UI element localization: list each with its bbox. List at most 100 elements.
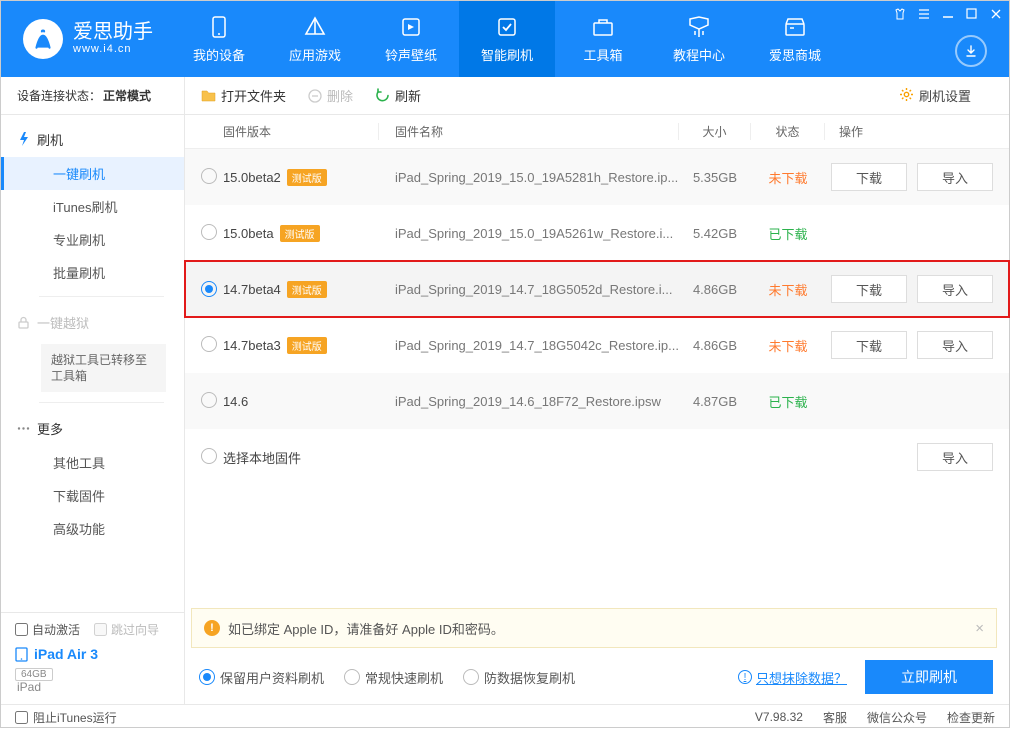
row-radio[interactable] [201, 224, 217, 240]
flash-settings-button[interactable]: 刷机设置 [899, 86, 971, 105]
nav-item-6[interactable]: 爱思商城 [747, 1, 843, 77]
more-icon [16, 421, 31, 436]
device-name[interactable]: iPad Air 3 [15, 646, 170, 662]
row-status: 未下载 [751, 336, 825, 355]
beta-badge: 测试版 [287, 337, 327, 354]
download-indicator-icon[interactable] [955, 35, 987, 67]
jailbreak-moved-box[interactable]: 越狱工具已转移至工具箱 [41, 344, 166, 392]
local-import-button[interactable]: 导入 [917, 443, 993, 471]
close-icon[interactable] [988, 6, 1003, 21]
row-import-button[interactable]: 导入 [917, 275, 993, 303]
flash-mode-option[interactable]: 保留用户资料刷机 [199, 668, 324, 687]
row-size: 4.86GB [679, 282, 751, 297]
info-icon: ! [738, 670, 752, 684]
flash-now-button[interactable]: 立即刷机 [865, 660, 993, 694]
local-radio[interactable] [201, 448, 217, 464]
row-import-button[interactable]: 导入 [917, 163, 993, 191]
auto-activate-checkbox[interactable]: 自动激活 [15, 621, 80, 638]
nav-item-4[interactable]: 工具箱 [555, 1, 651, 77]
row-version: 14.7beta3 [223, 338, 281, 353]
footer-wechat[interactable]: 微信公众号 [867, 709, 927, 726]
mode-radio[interactable] [344, 669, 360, 685]
delete-button[interactable]: 删除 [308, 86, 353, 105]
open-folder-button[interactable]: 打开文件夹 [201, 86, 286, 105]
sidebar-sub-iTunes刷机[interactable]: iTunes刷机 [1, 190, 184, 223]
flash-mode-option[interactable]: 防数据恢复刷机 [463, 668, 575, 687]
block-itunes-checkbox[interactable]: 阻止iTunes运行 [15, 709, 117, 726]
nav-icon [591, 15, 615, 39]
beta-badge: 测试版 [280, 225, 320, 242]
mode-radio[interactable] [199, 669, 215, 685]
row-version: 14.6 [223, 394, 248, 409]
nav-item-0[interactable]: 我的设备 [171, 1, 267, 77]
sidebar-sub-下载固件[interactable]: 下载固件 [1, 479, 184, 512]
row-download-button[interactable]: 下载 [831, 163, 907, 191]
action-bar: 保留用户资料刷机 常规快速刷机 防数据恢复刷机 ! 只想抹除数据？ 立即刷机 [185, 648, 1009, 694]
row-size: 5.35GB [679, 170, 751, 185]
sidebar: 设备连接状态： 正常模式 刷机 一键刷机iTunes刷机专业刷机批量刷机 一键越… [1, 77, 185, 704]
flash-icon [16, 132, 31, 147]
row-import-button[interactable]: 导入 [917, 331, 993, 359]
app-logo-icon [23, 19, 63, 59]
nav-icon [303, 15, 327, 39]
warning-close-icon[interactable]: × [975, 620, 984, 637]
row-download-button[interactable]: 下载 [831, 275, 907, 303]
main-nav: 我的设备应用游戏铃声壁纸智能刷机工具箱教程中心爱思商城 [171, 1, 843, 77]
warning-text: 如已绑定 Apple ID，请准备好 Apple ID和密码。 [228, 619, 504, 638]
app-header: 爱思助手 www.i4.cn 我的设备应用游戏铃声壁纸智能刷机工具箱教程中心爱思… [1, 1, 1009, 77]
row-filename: iPad_Spring_2019_14.7_18G5052d_Restore.i… [379, 282, 679, 297]
erase-data-link[interactable]: ! 只想抹除数据？ [738, 668, 847, 687]
sidebar-sub-一键刷机[interactable]: 一键刷机 [1, 157, 184, 190]
firmware-row[interactable]: 15.0beta2测试版iPad_Spring_2019_15.0_19A528… [185, 149, 1009, 205]
flash-mode-option[interactable]: 常规快速刷机 [344, 668, 443, 687]
refresh-icon [375, 88, 390, 103]
brand-name: 爱思助手 [73, 22, 153, 42]
window-controls [892, 6, 1003, 21]
row-status: 未下载 [751, 168, 825, 187]
sidebar-cat-jailbreak: 一键越狱 [1, 304, 184, 340]
sidebar-cat-more[interactable]: 更多 [1, 410, 184, 446]
sidebar-sub-高级功能[interactable]: 高级功能 [1, 512, 184, 545]
row-radio[interactable] [201, 281, 217, 297]
firmware-table: 15.0beta2测试版iPad_Spring_2019_15.0_19A528… [185, 149, 1009, 429]
nav-item-2[interactable]: 铃声壁纸 [363, 1, 459, 77]
footer-support[interactable]: 客服 [823, 709, 847, 726]
firmware-row[interactable]: 14.7beta4测试版iPad_Spring_2019_14.7_18G505… [185, 261, 1009, 317]
minimize-icon[interactable] [940, 6, 955, 21]
nav-icon [687, 15, 711, 39]
row-radio[interactable] [201, 392, 217, 408]
refresh-button[interactable]: 刷新 [375, 86, 421, 105]
content-area: 打开文件夹 删除 刷新 刷机设置 固件版本 固件名称 大小 状态 操作 [185, 77, 1009, 704]
nav-item-3[interactable]: 智能刷机 [459, 1, 555, 77]
row-download-button[interactable]: 下载 [831, 331, 907, 359]
row-version: 15.0beta2 [223, 170, 281, 185]
row-status: 已下载 [751, 392, 825, 411]
col-size: 大小 [679, 123, 751, 140]
delete-icon [308, 89, 322, 103]
sidebar-sub-批量刷机[interactable]: 批量刷机 [1, 256, 184, 289]
row-radio[interactable] [201, 168, 217, 184]
skip-guide-checkbox[interactable]: 跳过向导 [94, 621, 159, 638]
nav-item-5[interactable]: 教程中心 [651, 1, 747, 77]
mode-radio[interactable] [463, 669, 479, 685]
firmware-row[interactable]: 14.6 iPad_Spring_2019_14.6_18F72_Restore.… [185, 373, 1009, 429]
sidebar-sub-其他工具[interactable]: 其他工具 [1, 446, 184, 479]
row-version: 15.0beta [223, 226, 274, 241]
shirt-icon[interactable] [892, 6, 907, 21]
footer-check-update[interactable]: 检查更新 [947, 709, 995, 726]
nav-item-1[interactable]: 应用游戏 [267, 1, 363, 77]
footer: 阻止iTunes运行 V7.98.32 客服 微信公众号 检查更新 [1, 704, 1009, 729]
sidebar-sub-专业刷机[interactable]: 专业刷机 [1, 223, 184, 256]
row-filename: iPad_Spring_2019_14.6_18F72_Restore.ipsw [379, 394, 679, 409]
row-radio[interactable] [201, 336, 217, 352]
firmware-row[interactable]: 14.7beta3测试版iPad_Spring_2019_14.7_18G504… [185, 317, 1009, 373]
maximize-icon[interactable] [964, 6, 979, 21]
nav-icon [399, 15, 423, 39]
menu-icon[interactable] [916, 6, 931, 21]
sidebar-cat-flash[interactable]: 刷机 [1, 121, 184, 157]
firmware-row[interactable]: 15.0beta测试版iPad_Spring_2019_15.0_19A5261… [185, 205, 1009, 261]
folder-icon [201, 89, 216, 102]
local-firmware-label: 选择本地固件 [223, 448, 301, 467]
warning-icon: ! [204, 620, 220, 636]
col-ops: 操作 [825, 123, 1009, 140]
